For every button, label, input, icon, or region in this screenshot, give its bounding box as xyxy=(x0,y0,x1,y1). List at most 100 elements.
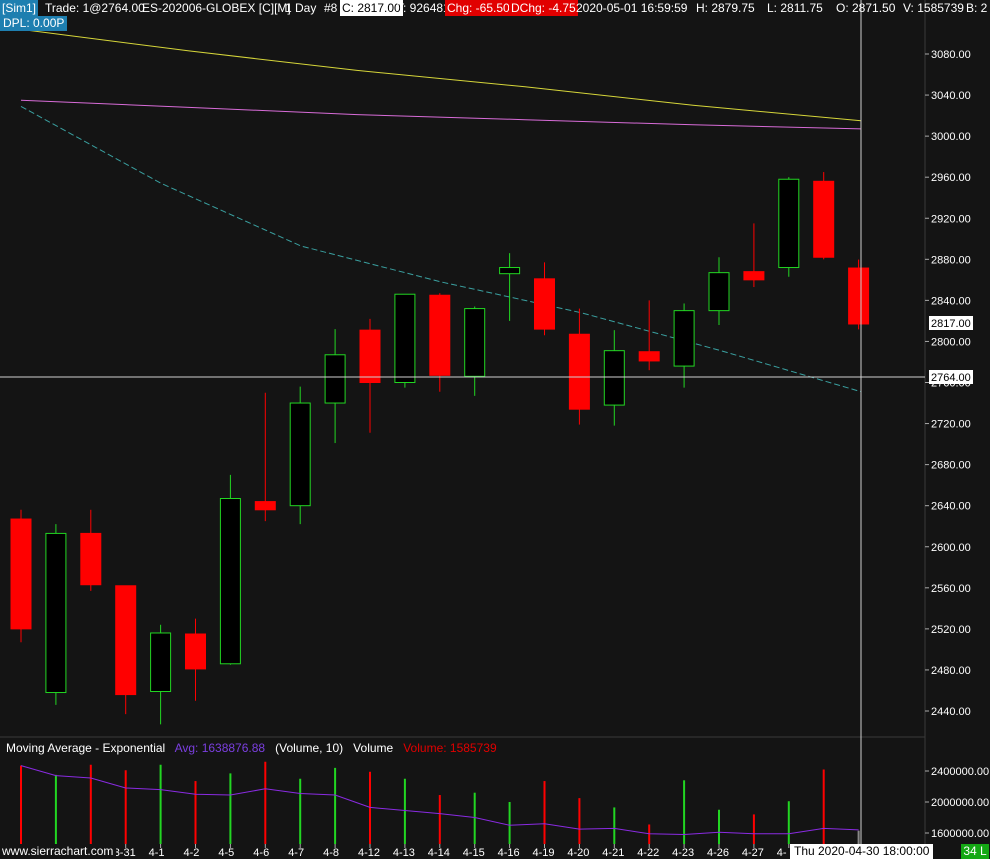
study-label[interactable]: Moving Average - Exponential Avg: 163887… xyxy=(6,741,497,755)
candle-body-down xyxy=(568,333,590,410)
price-tick-label: 2840.00 xyxy=(931,295,971,307)
price-tick-label: 2920.00 xyxy=(931,213,971,225)
candle-body-up xyxy=(219,498,241,665)
low-value: L: 2811.75 xyxy=(767,1,823,15)
sierrachart-link[interactable]: www.sierrachart.com xyxy=(0,844,117,859)
candle-body-up xyxy=(464,308,486,377)
volume-tick-label: 2000000.00 xyxy=(931,797,989,809)
chart-canvas[interactable]: 3080.00 3040.00 3000.00 2960.00 2920.00 2880.… xyxy=(0,0,990,859)
date-label: 4-8 xyxy=(323,847,339,859)
price-tick-label: 2520.00 xyxy=(931,624,971,636)
study-avg-value: Avg: 1638876.88 xyxy=(174,741,266,755)
change-value: Chg: -65.50 xyxy=(445,0,512,16)
study-volume-name: Volume xyxy=(353,741,394,755)
date-label: 4-1 xyxy=(149,847,165,859)
date-label: 4-16 xyxy=(498,847,520,859)
price-tick-label: 3040.00 xyxy=(931,90,971,102)
candle-body-down xyxy=(534,278,555,330)
price-tick-label: 2560.00 xyxy=(931,583,971,595)
candle-body-up xyxy=(150,632,172,692)
candle-body-up xyxy=(289,402,311,507)
candle xyxy=(115,585,137,715)
price-tick-label: 2800.00 xyxy=(931,336,971,348)
price-tick-label: 2440.00 xyxy=(931,706,971,718)
date-label: 4-23 xyxy=(672,847,694,859)
candle-body-down xyxy=(638,351,660,362)
price-tick-label: 3000.00 xyxy=(931,131,971,143)
daily-change-value: DChg: -4.75 xyxy=(509,0,578,16)
candle xyxy=(219,474,241,665)
candle xyxy=(10,509,32,643)
price-tick-label: 2960.00 xyxy=(931,172,971,184)
dpl-badge: DPL: 0.00P xyxy=(0,16,68,31)
sim-badge[interactable]: [Sim1] xyxy=(0,0,39,16)
date-label: 4-6 xyxy=(253,847,269,859)
candle-body-down xyxy=(743,271,765,281)
candle-body-up xyxy=(394,293,416,384)
trade-info: Trade: 1@2764.00 xyxy=(45,1,145,15)
date-label: 4-20 xyxy=(567,847,589,859)
study-volume-value: Volume: 1585739 xyxy=(403,741,497,755)
date-label: 4-19 xyxy=(533,847,555,859)
volume-tick-label: 1600000.00 xyxy=(931,828,989,840)
date-label: 4-14 xyxy=(428,847,450,859)
trade-price-label: 2764.00 xyxy=(931,372,971,384)
candle-body-up xyxy=(603,350,625,406)
ticks-value: T: 926481 xyxy=(397,1,450,15)
date-label: 3-31 xyxy=(114,847,136,859)
price-tick-label: 2480.00 xyxy=(931,665,971,677)
candle-body-down xyxy=(115,585,137,696)
date-label: 4-26 xyxy=(707,847,729,859)
symbol-label[interactable]: ES-202006-GLOBEX [C][M] xyxy=(142,0,291,16)
candle-body-down xyxy=(429,294,451,376)
date-label: 4-2 xyxy=(184,847,200,859)
price-tick-label: 2720.00 xyxy=(931,419,971,431)
chart-header: [Sim1] Trade: 1@2764.00 ES-202006-GLOBEX… xyxy=(0,0,990,16)
candle-body-down xyxy=(80,532,102,586)
candle xyxy=(394,293,416,388)
candle-body-up xyxy=(673,310,695,367)
bid-value: B: 2 xyxy=(966,1,988,15)
bar-datetime: 2020-05-01 16:59:59 xyxy=(576,1,688,15)
close-value: C: 2817.00 xyxy=(340,0,403,16)
volume-axis: 2400000.00 2000000.00 1600000.00 xyxy=(925,766,989,840)
candle-body-down xyxy=(813,180,835,258)
candle-body-down xyxy=(185,633,206,670)
candle-body-up xyxy=(324,354,346,404)
candle xyxy=(848,259,870,330)
period-label: 1 Day xyxy=(285,1,317,15)
date-label: 4-13 xyxy=(393,847,415,859)
volume-tick-label: 2400000.00 xyxy=(931,766,989,778)
date-label: 4-7 xyxy=(288,847,304,859)
candle-body-up xyxy=(708,272,730,312)
candle-body-down xyxy=(359,329,381,384)
study-name: Moving Average - Exponential xyxy=(6,741,166,755)
last-price-label: 2817.00 xyxy=(931,318,971,330)
study-params: (Volume, 10) xyxy=(275,741,344,755)
date-label: 4-15 xyxy=(463,847,485,859)
tl-badge[interactable]: 34 L xyxy=(961,844,989,859)
high-value: H: 2879.75 xyxy=(696,1,755,15)
price-tick-label: 2640.00 xyxy=(931,501,971,513)
candle-body-up xyxy=(499,267,521,275)
bar-number: #8 xyxy=(324,1,338,15)
date-label: 4-27 xyxy=(742,847,764,859)
cursor-datetime: Thu 2020-04-30 18:00:00 xyxy=(790,844,934,859)
candle-body-down xyxy=(848,267,870,325)
date-label: 4-21 xyxy=(602,847,624,859)
price-tick-label: 2600.00 xyxy=(931,542,971,554)
price-tick-label: 2680.00 xyxy=(931,460,971,472)
date-label: 4-22 xyxy=(637,847,659,859)
date-label: 4- xyxy=(777,847,787,859)
candle xyxy=(289,386,311,525)
candle xyxy=(813,172,835,260)
candle-body-up xyxy=(778,178,800,269)
price-tick-label: 3080.00 xyxy=(931,49,971,61)
candle-body-down xyxy=(254,501,276,511)
price-tick-label: 2880.00 xyxy=(931,254,971,266)
date-label: 4-12 xyxy=(358,847,380,859)
candle xyxy=(778,177,800,277)
candle-body-up xyxy=(45,532,67,694)
candle xyxy=(45,524,67,705)
volume-value: V: 1585739 xyxy=(903,1,964,15)
